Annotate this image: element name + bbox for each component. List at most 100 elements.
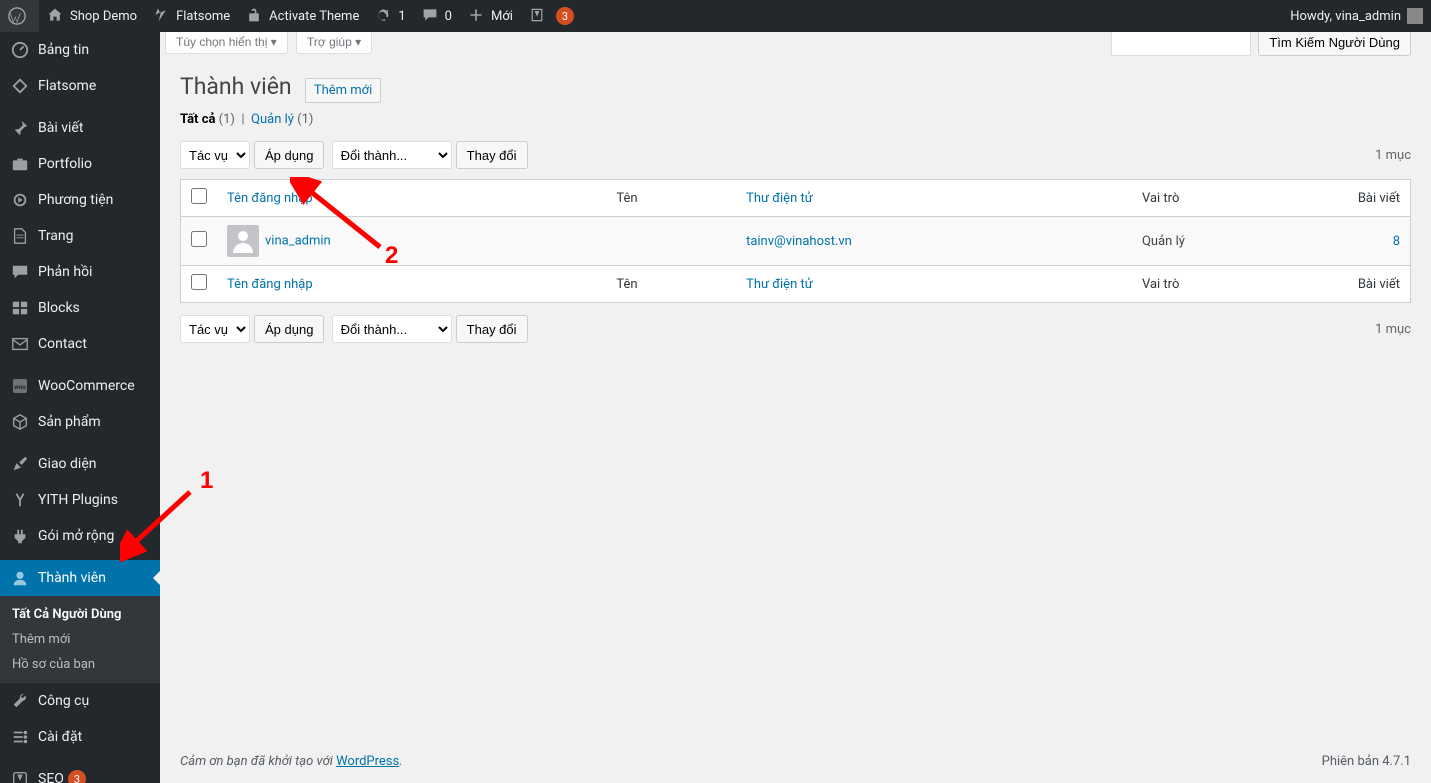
select-all-top[interactable] xyxy=(191,188,207,204)
flatsome-menu[interactable]: Flatsome xyxy=(145,0,238,32)
menu-label: Phản hồi xyxy=(38,264,92,280)
media-icon xyxy=(10,190,30,210)
users-icon xyxy=(10,568,30,588)
menu-item-portfolio[interactable]: Portfolio xyxy=(0,146,160,182)
menu-item-woo[interactable]: wooWooCommerce xyxy=(0,368,160,404)
menu-item-dashboard[interactable]: Bảng tin xyxy=(0,32,160,68)
my-account[interactable]: Howdy, vina_admin xyxy=(1282,0,1431,32)
menu-label: Trang xyxy=(38,228,74,244)
comments[interactable]: 0 xyxy=(414,0,460,32)
yith-icon xyxy=(10,490,30,510)
blocks-icon xyxy=(10,298,30,318)
activate-theme[interactable]: Activate Theme xyxy=(238,0,367,32)
change-role-button[interactable]: Thay đổi xyxy=(456,141,528,169)
search-input[interactable] xyxy=(1111,28,1251,56)
menu-item-users[interactable]: Thành viên xyxy=(0,560,160,596)
table-row: vina_admintainv@vinahost.vnQuản lý8 xyxy=(181,217,1410,265)
email-link[interactable]: tainv@vinahost.vn xyxy=(746,234,852,249)
apply-button[interactable]: Áp dụng xyxy=(254,141,324,169)
annotation-label-2: 2 xyxy=(385,242,398,270)
col-name[interactable]: Tên xyxy=(606,180,736,217)
plugin-icon xyxy=(10,526,30,546)
tablenav-bottom: Tác vụ Áp dụng Đổi thành... Thay đổi 1 m… xyxy=(180,309,1411,349)
portfolio-icon xyxy=(10,154,30,174)
footer: Cảm ơn bạn đã khởi tạo với WordPress. Ph… xyxy=(160,740,1431,783)
posts-link[interactable]: 8 xyxy=(1393,234,1400,249)
screen-options-button[interactable]: Tùy chọn hiển thị ▾ xyxy=(165,32,288,54)
tools-icon xyxy=(10,691,30,711)
svg-text:woo: woo xyxy=(14,383,26,391)
yoast-menu[interactable]: 3 xyxy=(521,0,582,32)
col-email-f[interactable]: Thư điện tử xyxy=(736,265,1132,302)
menu-label: YITH Plugins xyxy=(38,492,118,508)
items-count: 1 mục xyxy=(1375,148,1411,163)
menu-item-flatsome[interactable]: Flatsome xyxy=(0,68,160,104)
col-name-f[interactable]: Tên xyxy=(606,265,736,302)
menu-label: Blocks xyxy=(38,300,80,316)
wp-logo[interactable] xyxy=(0,0,39,32)
menu-item-page[interactable]: Trang xyxy=(0,218,160,254)
row-checkbox[interactable] xyxy=(191,231,207,247)
filter-links: Tất cả (1) | Quản lý (1) xyxy=(180,112,1411,127)
bulk-action-select[interactable]: Tác vụ xyxy=(180,141,250,169)
menu-label: Portfolio xyxy=(38,156,92,172)
yoast-icon xyxy=(529,7,547,25)
menu-item-plugin[interactable]: Gói mở rộng xyxy=(0,518,160,554)
items-count-bottom: 1 mục xyxy=(1375,322,1411,337)
menu-label: Giao diện xyxy=(38,456,96,472)
pin-icon xyxy=(10,118,30,138)
filter-admin[interactable]: Quản lý xyxy=(251,112,294,127)
menu-label: Gói mở rộng xyxy=(38,528,114,544)
search-button[interactable]: Tìm Kiếm Người Dùng xyxy=(1258,28,1411,56)
change-role-button-bottom[interactable]: Thay đổi xyxy=(456,315,528,343)
menu-label: Sản phẩm xyxy=(38,414,101,430)
bulk-action-select-bottom[interactable]: Tác vụ xyxy=(180,315,250,343)
menu-item-appearance[interactable]: Giao diện xyxy=(0,446,160,482)
menu-item-email[interactable]: Contact xyxy=(0,326,160,362)
avatar-icon xyxy=(1407,8,1423,24)
menu-item-blocks[interactable]: Blocks xyxy=(0,290,160,326)
col-username[interactable]: Tên đăng nhập xyxy=(217,180,606,217)
filter-all[interactable]: Tất cả xyxy=(180,112,215,127)
help-button[interactable]: Trợ giúp ▾ xyxy=(296,32,372,54)
menu-item-comment[interactable]: Phản hồi xyxy=(0,254,160,290)
change-role-select-bottom[interactable]: Đổi thành... xyxy=(332,315,452,343)
woo-icon: woo xyxy=(10,376,30,396)
wordpress-link[interactable]: WordPress xyxy=(336,754,399,769)
col-email[interactable]: Thư điện tử xyxy=(736,180,1132,217)
site-name[interactable]: Shop Demo xyxy=(39,0,145,32)
menu-label: Cài đặt xyxy=(38,729,82,745)
menu-item-seo[interactable]: SEO3 xyxy=(0,761,160,783)
submenu: Tất Cả Người DùngThêm mớiHồ sơ của bạn xyxy=(0,596,160,683)
annotation-label-1: 1 xyxy=(200,467,213,495)
menu-item-product[interactable]: Sản phẩm xyxy=(0,404,160,440)
add-new-button[interactable]: Thêm mới xyxy=(305,78,381,103)
submenu-item[interactable]: Tất Cả Người Dùng xyxy=(0,602,160,627)
yoast-badge: 3 xyxy=(556,7,574,25)
col-role: Vai trò xyxy=(1132,180,1330,217)
lock-open-icon xyxy=(246,7,264,25)
menu-item-yith[interactable]: YITH Plugins xyxy=(0,482,160,518)
updates[interactable]: 1 xyxy=(367,0,413,32)
menu-label: Flatsome xyxy=(38,78,96,94)
menu-item-tools[interactable]: Công cụ xyxy=(0,683,160,719)
col-username-f[interactable]: Tên đăng nhập xyxy=(217,265,606,302)
new-content[interactable]: Mới xyxy=(460,0,521,32)
change-role-select[interactable]: Đổi thành... xyxy=(332,141,452,169)
menu-label: Bài viết xyxy=(38,120,83,136)
apply-button-bottom[interactable]: Áp dụng xyxy=(254,315,324,343)
menu-item-settings[interactable]: Cài đặt xyxy=(0,719,160,755)
select-all-bottom[interactable] xyxy=(191,274,207,290)
update-icon xyxy=(375,7,393,25)
col-posts-f: Bài viết xyxy=(1330,265,1410,302)
col-posts: Bài viết xyxy=(1330,180,1410,217)
tablenav-top: Tác vụ Áp dụng Đổi thành... Thay đổi 1 m… xyxy=(180,135,1411,175)
menu-item-pin[interactable]: Bài viết xyxy=(0,110,160,146)
submenu-item[interactable]: Thêm mới xyxy=(0,627,160,652)
dashboard-icon xyxy=(10,40,30,60)
wordpress-icon xyxy=(8,7,26,25)
username-link[interactable]: vina_admin xyxy=(265,233,331,248)
submenu-item[interactable]: Hồ sơ của bạn xyxy=(0,652,160,677)
menu-item-media[interactable]: Phương tiện xyxy=(0,182,160,218)
col-role-f: Vai trò xyxy=(1132,265,1330,302)
